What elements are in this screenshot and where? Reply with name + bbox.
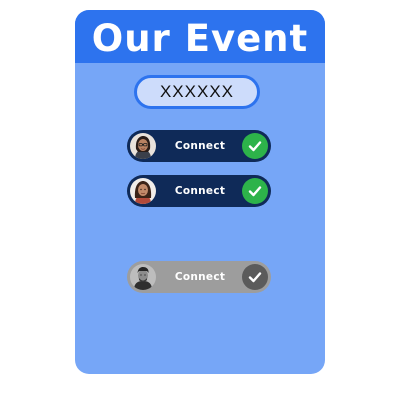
check-icon (242, 178, 268, 204)
event-code-field[interactable]: XXXXXX (134, 75, 260, 109)
avatar-man (130, 264, 156, 290)
event-card: Our Event XXXXXX Connect Connect Connect (75, 10, 325, 374)
event-header: Our Event (75, 10, 325, 63)
avatar-woman (130, 178, 156, 204)
check-icon (242, 264, 268, 290)
connect-button-3[interactable]: Connect (127, 261, 271, 293)
connect-button-1[interactable]: Connect (127, 130, 271, 162)
connect-label: Connect (174, 140, 226, 152)
event-title: Our Event (91, 17, 309, 60)
connect-label: Connect (174, 185, 226, 197)
check-icon (242, 133, 268, 159)
avatar-woman-glasses (130, 133, 156, 159)
connect-label: Connect (174, 271, 226, 283)
connect-button-2[interactable]: Connect (127, 175, 271, 207)
